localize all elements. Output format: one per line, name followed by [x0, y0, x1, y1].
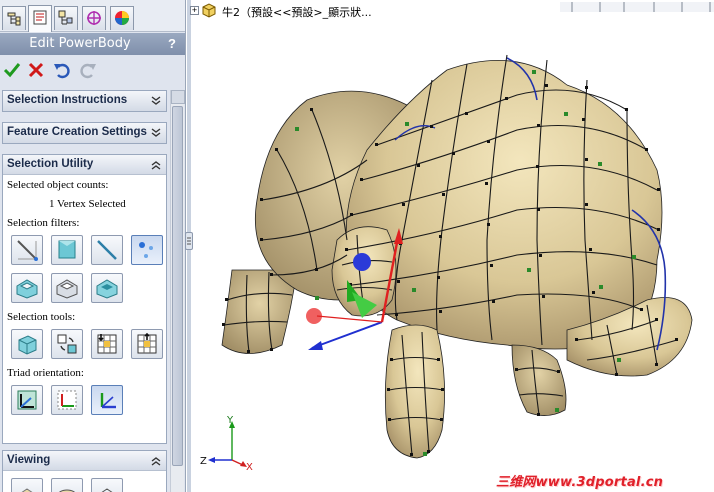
group-header[interactable]: Selection Utility [3, 155, 166, 175]
view-shaded-icon [21, 488, 33, 492]
axis-y-label: Y [226, 415, 234, 426]
triad-local-button[interactable] [51, 385, 83, 415]
dimxpert-tab[interactable] [82, 6, 106, 30]
dimxpert-icon [87, 11, 101, 25]
view-cage-icon [101, 488, 113, 492]
display-manager-icon [115, 11, 129, 25]
help-button[interactable]: ? [164, 35, 180, 53]
selection-filters-label: Selection filters: [7, 217, 80, 229]
watermark-text: 三维网www.3dportal.cn [496, 475, 664, 490]
world-triad-icon [17, 390, 37, 410]
property-manager-header: Edit PowerBody ? [0, 33, 185, 55]
view-option-button-2[interactable] [51, 478, 83, 492]
feature-manager-tab[interactable] [2, 6, 26, 30]
display-manager-tab[interactable] [110, 6, 134, 30]
view-orientation-triad: Y Z X [200, 415, 253, 473]
filter-body-shell-button[interactable] [91, 273, 123, 303]
chevron-down-icon[interactable] [150, 127, 162, 139]
chevron-up-icon[interactable] [150, 455, 162, 467]
property-manager-icon [33, 10, 47, 25]
undo-icon[interactable] [52, 60, 72, 80]
page-title: Edit PowerBody [29, 36, 131, 51]
selection-utility-group: Selection Utility Selected object counts… [2, 154, 167, 444]
group-header[interactable]: Feature Creation Settings [3, 123, 166, 143]
3d-model-canvas[interactable]: Y Z X [187, 0, 714, 492]
group-header[interactable]: Selection Instructions [3, 91, 166, 111]
view-option-button-3[interactable] [91, 478, 123, 492]
feature-manager-icon [7, 12, 21, 26]
feature-creation-settings-group[interactable]: Feature Creation Settings [2, 122, 167, 144]
cube-select-icon [18, 335, 37, 355]
scroll-thumb[interactable] [172, 106, 183, 466]
view-option-button-1[interactable] [11, 478, 43, 492]
select-all-button[interactable] [11, 329, 43, 359]
triad-world-button[interactable] [11, 385, 43, 415]
configuration-manager-tab[interactable] [54, 6, 78, 30]
face-filter-icon [58, 240, 76, 259]
view-triad-icon [100, 393, 116, 409]
filter-curves-button[interactable] [91, 235, 123, 265]
axis-x-label: X [246, 462, 253, 473]
filter-body-open-button[interactable] [11, 273, 43, 303]
filter-body-solid-button[interactable] [51, 273, 83, 303]
view-mesh-icon [59, 489, 75, 492]
viewing-group: Viewing [2, 450, 167, 492]
selected-count-value: 1 Vertex Selected [49, 198, 126, 210]
invert-selection-icon [57, 334, 77, 354]
group-title: Feature Creation Settings [7, 126, 147, 138]
triad-view-button[interactable] [91, 385, 123, 415]
filter-edges-button[interactable] [11, 235, 43, 265]
group-title: Viewing [7, 454, 51, 466]
manager-tab-bar [0, 0, 185, 32]
redo-icon[interactable] [78, 60, 98, 80]
selected-counts-label: Selected object counts: [7, 179, 109, 191]
shrink-selection-icon [137, 332, 157, 354]
group-title: Selection Utility [7, 158, 94, 170]
solid-body-filter-icon [56, 279, 78, 299]
triad-orientation-label: Triad orientation: [7, 367, 84, 379]
chevron-down-icon[interactable] [150, 95, 162, 107]
ok-checkmark-icon[interactable] [2, 60, 22, 80]
configuration-manager-icon [58, 10, 73, 25]
action-row [0, 57, 185, 83]
chevron-up-icon[interactable] [150, 159, 162, 171]
property-manager-tab[interactable] [28, 5, 52, 32]
filter-faces-button[interactable] [51, 235, 83, 265]
selection-instructions-group[interactable]: Selection Instructions [2, 90, 167, 112]
cancel-x-icon[interactable] [26, 60, 46, 80]
vertex-filter-icon [139, 242, 153, 258]
group-header[interactable]: Viewing [3, 451, 166, 471]
axis-z-label: Z [200, 456, 207, 467]
property-manager-panel: Edit PowerBody ? Selection Instructions … [0, 0, 186, 492]
selection-tools-label: Selection tools: [7, 311, 76, 323]
grow-selection-button[interactable] [91, 329, 123, 359]
body-filter-icon [16, 279, 38, 299]
edge-filter-icon [17, 240, 38, 261]
panel-scrollbar[interactable] [170, 90, 185, 492]
bull-model[interactable] [221, 54, 693, 459]
group-title: Selection Instructions [7, 94, 128, 106]
scroll-up-arrow[interactable] [171, 90, 185, 104]
local-triad-icon [57, 390, 77, 410]
filter-vertices-button[interactable] [131, 235, 163, 265]
shrink-selection-button[interactable] [131, 329, 163, 359]
grow-selection-icon [97, 334, 117, 354]
shell-filter-icon [96, 279, 118, 299]
curve-filter-icon [97, 240, 117, 260]
invert-selection-button[interactable] [51, 329, 83, 359]
